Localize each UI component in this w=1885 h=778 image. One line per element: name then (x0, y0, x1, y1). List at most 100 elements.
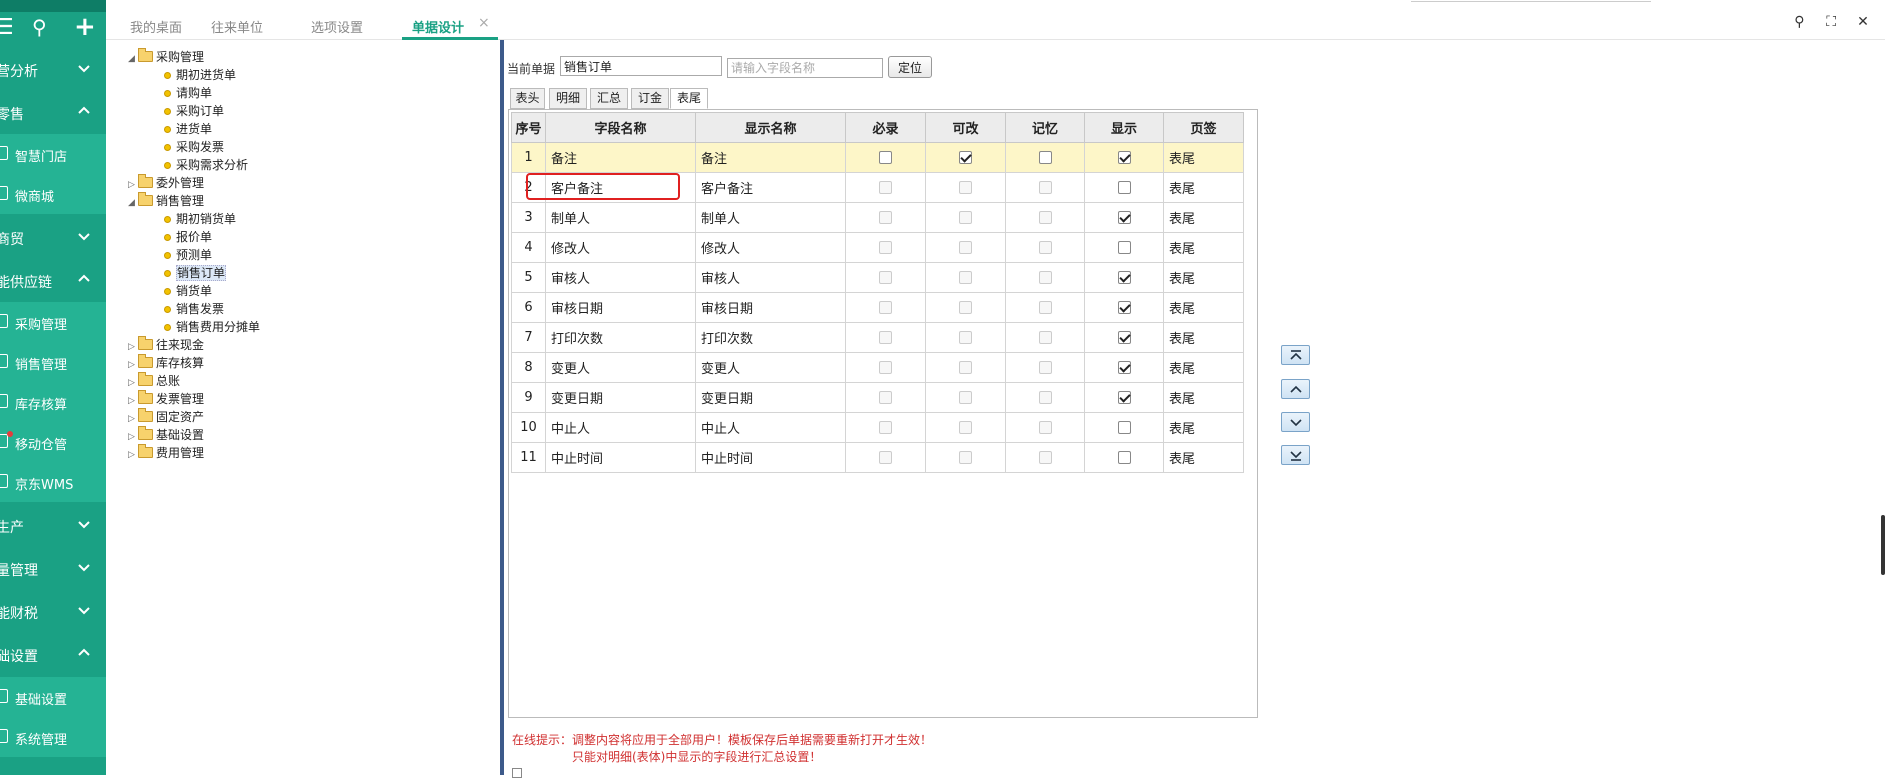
tree-folder[interactable]: ▷ 往来现金 (128, 336, 204, 354)
row-number-cell[interactable]: 2 (511, 172, 546, 203)
memory-checkbox[interactable] (1038, 151, 1052, 164)
sidebar-group[interactable]: 能供应链 (0, 259, 106, 303)
collapsed-arrow-icon[interactable]: ▷ (128, 446, 138, 464)
table-row[interactable]: 11 中止时间 中止时间 表尾 (511, 442, 1244, 473)
field-name-cell[interactable]: 审核日期 (545, 292, 696, 323)
subtab-footer[interactable]: 表尾 (670, 88, 708, 109)
sidebar-group[interactable]: 础设置 (0, 633, 106, 677)
tree-folder[interactable]: ▷ 库存核算 (128, 354, 204, 372)
row-number-cell[interactable]: 1 (511, 142, 546, 173)
tree-folder[interactable]: ▷ 固定资产 (128, 408, 204, 426)
col-header-field-name[interactable]: 字段名称 (545, 112, 696, 143)
subtab-deposit[interactable]: 订金 (631, 88, 669, 109)
field-name-cell[interactable]: 变更人 (545, 352, 696, 383)
col-header-display-name[interactable]: 显示名称 (695, 112, 846, 143)
display-name-cell[interactable]: 变更日期 (695, 382, 846, 413)
subtab-detail[interactable]: 明细 (549, 88, 587, 109)
field-name-cell[interactable]: 中止人 (545, 412, 696, 443)
sidebar-subitem[interactable]: 系统管理 (0, 717, 106, 757)
locate-button[interactable]: 定位 (888, 56, 932, 78)
add-icon[interactable]: + (74, 12, 96, 42)
page-tab-cell[interactable]: 表尾 (1163, 202, 1244, 233)
display-name-cell[interactable]: 制单人 (695, 202, 846, 233)
col-header-page[interactable]: 页签 (1163, 112, 1244, 143)
page-tab-cell[interactable]: 表尾 (1163, 412, 1244, 443)
menu-icon[interactable]: ☰ (0, 15, 14, 40)
page-tab-cell[interactable]: 表尾 (1163, 262, 1244, 293)
tree-leaf[interactable]: 采购订单 (164, 102, 224, 120)
row-number-cell[interactable]: 5 (511, 262, 546, 293)
field-name-cell[interactable]: 修改人 (545, 232, 696, 263)
tree-leaf[interactable]: 报价单 (164, 228, 212, 246)
row-number-cell[interactable]: 7 (511, 322, 546, 353)
table-row[interactable]: 10 中止人 中止人 表尾 (511, 412, 1244, 443)
tree-leaf[interactable]: 销售订单 (164, 264, 227, 282)
row-number-cell[interactable]: 11 (511, 442, 546, 473)
display-name-cell[interactable]: 打印次数 (695, 322, 846, 353)
sidebar-subitem[interactable]: 销售管理 (0, 342, 106, 382)
field-name-cell[interactable]: 审核人 (545, 262, 696, 293)
show-checkbox[interactable] (1117, 361, 1131, 374)
sidebar-subitem[interactable]: 微商城 (0, 174, 106, 214)
show-checkbox[interactable] (1117, 151, 1131, 164)
scrollbar[interactable] (1881, 515, 1885, 575)
table-row[interactable]: 6 审核日期 审核日期 表尾 (511, 292, 1244, 323)
editable-checkbox[interactable] (959, 151, 972, 164)
display-name-cell[interactable]: 中止人 (695, 412, 846, 443)
table-row[interactable]: 2 客户备注 客户备注 表尾 (511, 172, 1244, 203)
field-name-cell[interactable]: 制单人 (545, 202, 696, 233)
sidebar-group[interactable]: 量管理 (0, 547, 106, 591)
subtab-summary[interactable]: 汇总 (590, 88, 628, 109)
tree-leaf[interactable]: 预测单 (164, 246, 212, 264)
search-icon[interactable]: ⚲ (1785, 14, 1813, 30)
display-name-cell[interactable]: 备注 (695, 142, 846, 173)
show-checkbox[interactable] (1117, 421, 1131, 434)
col-header-show[interactable]: 显示 (1084, 112, 1164, 143)
field-name-cell[interactable]: 变更日期 (545, 382, 696, 413)
tab-partners[interactable]: 往来单位 (211, 17, 263, 36)
page-tab-cell[interactable]: 表尾 (1163, 442, 1244, 473)
col-header-memory[interactable]: 记忆 (1005, 112, 1085, 143)
show-checkbox[interactable] (1117, 211, 1131, 224)
table-row[interactable]: 8 变更人 变更人 表尾 (511, 352, 1244, 383)
tree-leaf[interactable]: 采购需求分析 (164, 156, 248, 174)
field-name-cell[interactable]: 备注 (545, 142, 696, 173)
move-up-button[interactable] (1281, 379, 1310, 399)
row-number-cell[interactable]: 3 (511, 202, 546, 233)
row-number-cell[interactable]: 4 (511, 232, 546, 263)
page-tab-cell[interactable]: 表尾 (1163, 382, 1244, 413)
show-checkbox[interactable] (1117, 181, 1131, 194)
sidebar-subitem[interactable]: 采购管理 (0, 302, 106, 342)
search-icon[interactable]: ⚲ (32, 15, 47, 39)
tree-folder[interactable]: ▷ 委外管理 (128, 174, 204, 192)
sidebar-subitem[interactable]: 京东WMS (0, 462, 106, 502)
col-header-required[interactable]: 必录 (845, 112, 926, 143)
tree-leaf[interactable]: 进货单 (164, 120, 212, 138)
display-name-cell[interactable]: 中止时间 (695, 442, 846, 473)
field-search-input[interactable] (727, 58, 883, 78)
display-name-cell[interactable]: 审核日期 (695, 292, 846, 323)
display-name-cell[interactable]: 修改人 (695, 232, 846, 263)
table-row[interactable]: 4 修改人 修改人 表尾 (511, 232, 1244, 263)
tab-options[interactable]: 选项设置 (311, 17, 363, 36)
sidebar-subitem[interactable]: 移动仓管 (0, 422, 106, 462)
field-name-cell[interactable]: 客户备注 (545, 172, 696, 203)
sidebar-group[interactable]: 营分析 (0, 48, 106, 92)
close-icon[interactable]: × (478, 15, 490, 31)
fullscreen-icon[interactable]: ⛶ (1817, 14, 1845, 30)
tree-leaf[interactable]: 期初销货单 (164, 210, 236, 228)
subtab-header[interactable]: 表头 (510, 88, 545, 109)
row-number-cell[interactable]: 9 (511, 382, 546, 413)
field-name-cell[interactable]: 打印次数 (545, 322, 696, 353)
tree-leaf[interactable]: 销售发票 (164, 300, 224, 318)
close-icon[interactable]: ✕ (1849, 14, 1877, 30)
move-top-button[interactable] (1281, 345, 1310, 365)
tree-folder[interactable]: ◢ 采购管理 (128, 48, 204, 66)
display-name-cell[interactable]: 审核人 (695, 262, 846, 293)
tree-folder[interactable]: ▷ 发票管理 (128, 390, 204, 408)
table-row[interactable]: 1 备注 备注 表尾 (511, 142, 1244, 173)
show-checkbox[interactable] (1117, 301, 1131, 314)
panel-splitter[interactable] (500, 40, 504, 775)
sidebar-group[interactable]: 能财税 (0, 590, 106, 634)
tree-folder[interactable]: ▷ 费用管理 (128, 444, 204, 462)
